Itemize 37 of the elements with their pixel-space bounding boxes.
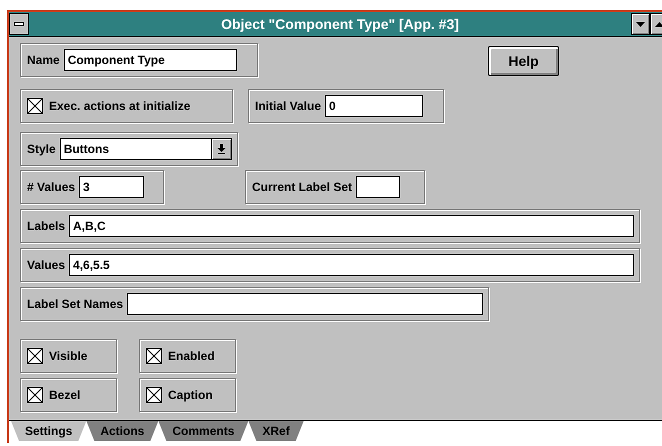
- checkbox-label: Exec. actions at initialize: [49, 99, 190, 113]
- name-field[interactable]: Component Type: [64, 49, 237, 71]
- caret-down-icon: [636, 22, 645, 26]
- field-label: Values: [27, 258, 66, 272]
- checkbox[interactable]: [27, 98, 43, 114]
- checkbox-label: Caption: [168, 388, 213, 402]
- minimize-button[interactable]: [631, 13, 650, 35]
- system-menu-button[interactable]: [9, 13, 29, 35]
- tab[interactable]: Comments: [158, 421, 248, 441]
- checkbox-label: Visible: [49, 349, 88, 363]
- checkbox[interactable]: [146, 348, 162, 364]
- field-label: Style: [27, 142, 56, 156]
- tab[interactable]: Settings: [11, 421, 86, 441]
- style-dropdown[interactable]: Buttons: [60, 138, 232, 160]
- checkbox-label: Enabled: [168, 349, 215, 363]
- field-label: # Values: [27, 180, 76, 194]
- caret-up-icon: [655, 22, 662, 26]
- values-count-field[interactable]: 3: [79, 176, 144, 198]
- initial-value-field[interactable]: 0: [325, 95, 424, 117]
- field-label: Labels: [27, 219, 66, 233]
- labels-field[interactable]: A,B,C: [69, 215, 634, 237]
- label-set-names-field[interactable]: [127, 293, 483, 315]
- field-label: Label Set Names: [27, 297, 124, 311]
- checkbox[interactable]: [27, 387, 43, 403]
- field-label: Initial Value: [255, 99, 322, 113]
- tab[interactable]: XRef: [248, 421, 304, 441]
- current-label-set-field[interactable]: [356, 176, 400, 198]
- values-field[interactable]: 4,6,5.5: [69, 254, 634, 276]
- tab[interactable]: Actions: [86, 421, 158, 441]
- bar-icon: [14, 22, 24, 26]
- checkbox[interactable]: [27, 348, 43, 364]
- window-title: Object "Component Type" [App. #3]: [220, 16, 460, 32]
- field-label: Current Label Set: [252, 180, 352, 194]
- checkbox[interactable]: [146, 387, 162, 403]
- field-label: Name: [27, 53, 60, 67]
- checkbox-label: Bezel: [49, 388, 80, 402]
- help-button[interactable]: Help: [488, 46, 559, 76]
